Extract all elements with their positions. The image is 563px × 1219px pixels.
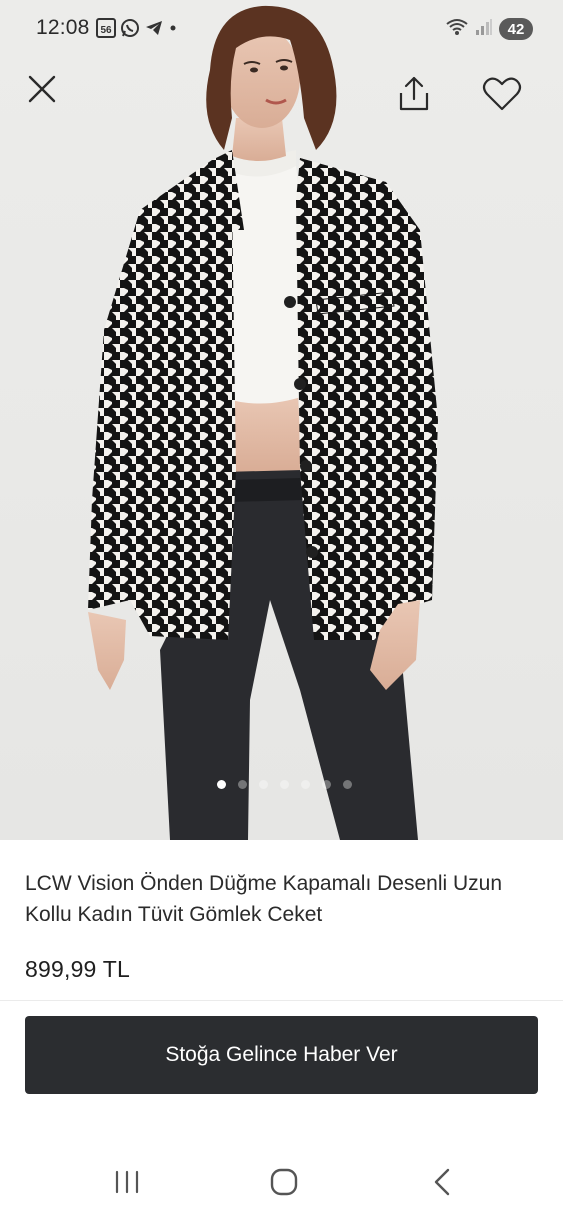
carousel-dot[interactable] [280, 780, 289, 789]
status-notification-icons: 56 [96, 17, 178, 43]
home-icon [270, 1168, 298, 1196]
share-button[interactable] [390, 70, 438, 118]
close-icon [28, 75, 56, 103]
notify-when-in-stock-button[interactable]: Stoğa Gelince Haber Ver [25, 1016, 538, 1094]
recents-icon [115, 1170, 139, 1194]
carousel-dot[interactable] [259, 780, 268, 789]
share-icon [399, 76, 429, 111]
back-icon [434, 1168, 450, 1196]
whatsapp-icon [120, 18, 140, 43]
status-system-icons: 42 [445, 16, 533, 42]
product-image-carousel[interactable]: 12:08 56 42 [0, 0, 563, 840]
carousel-indicator[interactable] [0, 780, 563, 792]
battery-indicator: 42 [499, 18, 533, 40]
carousel-dot[interactable] [343, 780, 352, 789]
product-price: 899,99 TL [25, 956, 130, 982]
heart-icon [482, 77, 522, 111]
status-time: 12:08 [36, 16, 90, 39]
svg-text:56: 56 [100, 25, 112, 36]
signal-icon [475, 17, 493, 42]
back-button[interactable] [418, 1162, 466, 1202]
gallery-56-icon: 56 [96, 17, 116, 43]
product-photo [88, 5, 438, 840]
divider [0, 1000, 563, 1001]
favorite-button[interactable] [478, 70, 526, 118]
carousel-dot[interactable] [217, 780, 226, 789]
carousel-dot[interactable] [301, 780, 310, 789]
dot-icon [168, 18, 178, 43]
telegram-icon [144, 18, 164, 43]
carousel-dot[interactable] [322, 780, 331, 789]
recents-button[interactable] [103, 1162, 151, 1202]
home-button[interactable] [260, 1162, 308, 1202]
wifi-icon [445, 17, 469, 42]
close-button[interactable] [18, 65, 66, 113]
carousel-dot[interactable] [238, 780, 247, 789]
status-bar: 12:08 56 42 [0, 0, 563, 60]
product-title: LCW Vision Önden Düğme Kapamalı Desenli … [25, 872, 503, 926]
system-navigation-bar [0, 1140, 563, 1219]
